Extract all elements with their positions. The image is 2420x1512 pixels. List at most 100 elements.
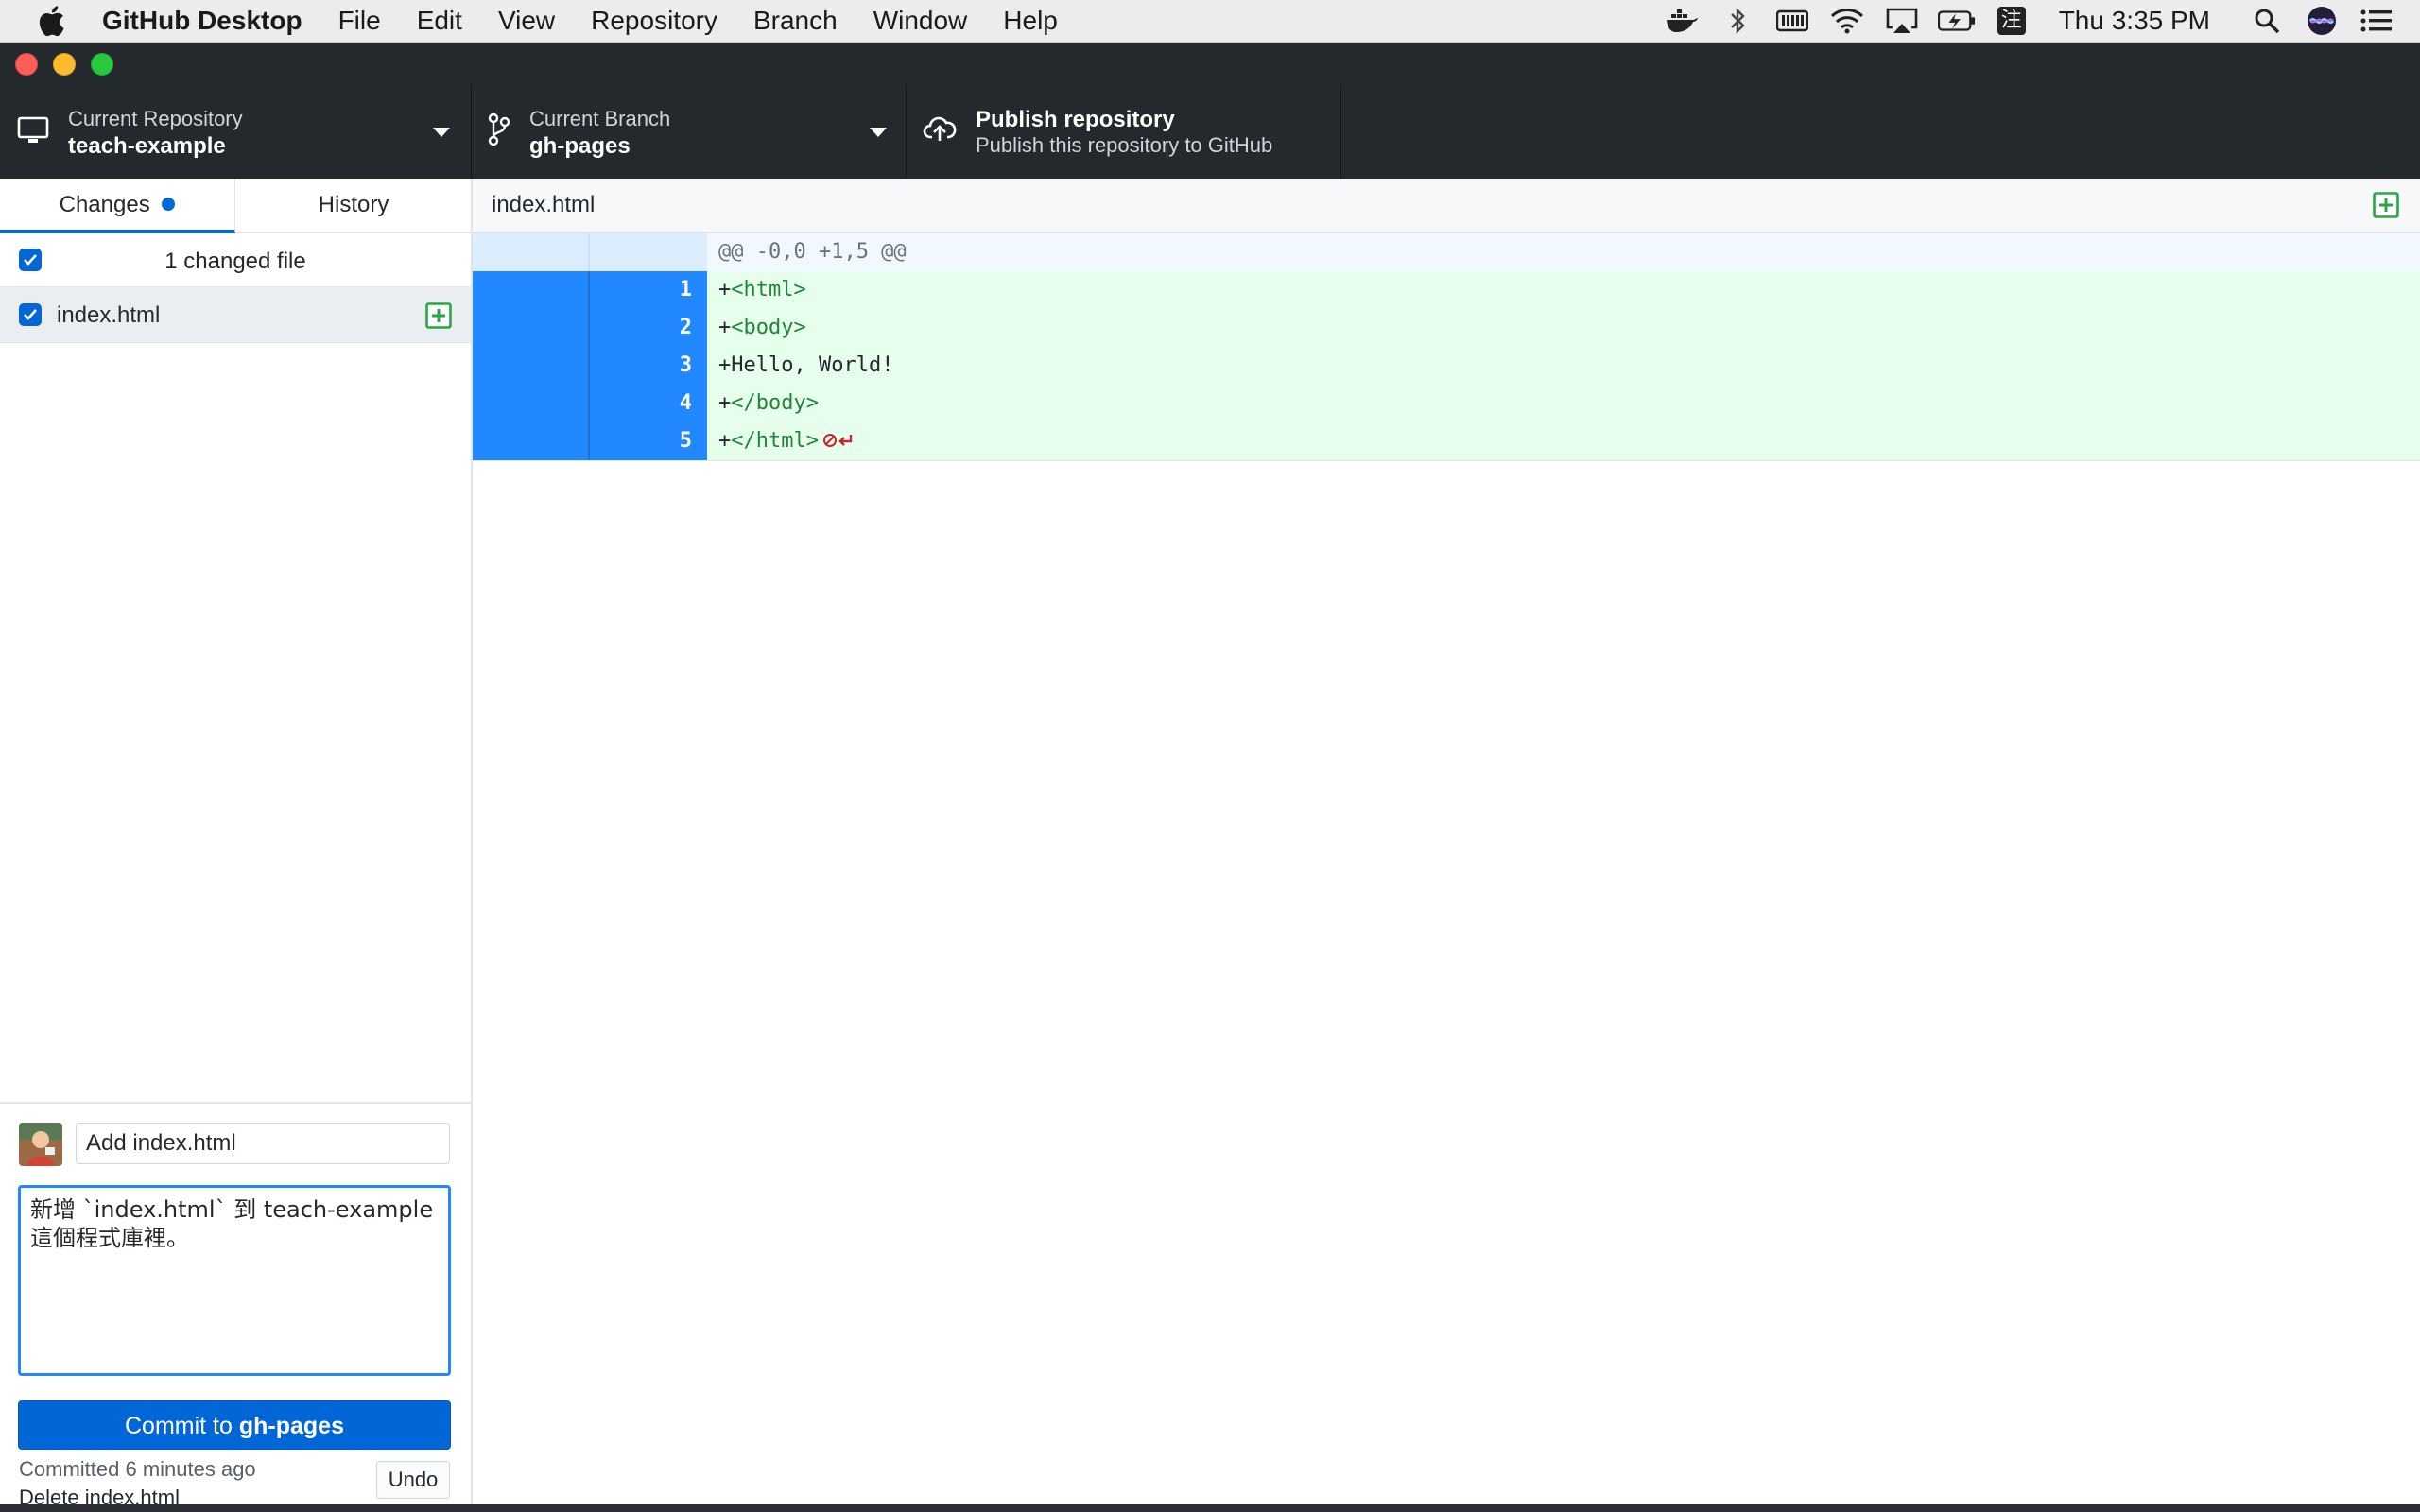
battery-icon[interactable] bbox=[1937, 2, 1976, 40]
current-branch-name: gh-pages bbox=[529, 133, 631, 159]
diff-line-number: 3 bbox=[679, 353, 692, 377]
menu-file[interactable]: File bbox=[338, 6, 381, 36]
input-method-label: 注 bbox=[1996, 7, 2026, 35]
cloud-upload-icon bbox=[923, 114, 957, 147]
bluetooth-icon[interactable] bbox=[1719, 2, 1756, 40]
monitor-icon bbox=[17, 116, 49, 149]
menu-branch[interactable]: Branch bbox=[753, 6, 838, 36]
commit-description-input[interactable]: 新增 `index.html` 到 teach-example 這個程式庫裡。 bbox=[18, 1185, 451, 1376]
close-window-button[interactable] bbox=[15, 53, 38, 76]
diff-line-number: 1 bbox=[679, 278, 692, 301]
last-commit-time: Committed 6 minutes ago bbox=[19, 1457, 256, 1481]
diff-line-text: <body> bbox=[731, 316, 806, 339]
menu-view[interactable]: View bbox=[498, 6, 555, 36]
diff-line[interactable]: 1 +<html> bbox=[473, 271, 2420, 309]
commit-form: 新增 `index.html` 到 teach-example 這個程式庫裡。 … bbox=[0, 1102, 471, 1509]
diff-gutter-new: 4 bbox=[588, 385, 707, 422]
menu-repository[interactable]: Repository bbox=[591, 6, 717, 36]
diff-line-content: +</body> bbox=[718, 385, 819, 422]
commit-button[interactable]: Commit to gh-pages bbox=[18, 1400, 451, 1450]
toolbar: Current Repository teach-example Current… bbox=[0, 84, 2420, 179]
diff-line-text: </body> bbox=[731, 391, 819, 415]
apple-menu-icon[interactable] bbox=[34, 4, 68, 38]
diff-line[interactable]: 5 +</html> bbox=[473, 422, 2420, 461]
diff-line-prefix: + bbox=[718, 391, 732, 415]
current-repository-dropdown[interactable]: Current Repository teach-example bbox=[0, 84, 472, 179]
changed-file-name: index.html bbox=[57, 302, 161, 328]
current-branch-label: Current Branch bbox=[529, 107, 671, 130]
minimize-window-button[interactable] bbox=[53, 53, 76, 76]
airplay-icon[interactable] bbox=[1883, 2, 1921, 40]
diff-line-content: +<html> bbox=[718, 271, 806, 309]
current-repository-label: Current Repository bbox=[68, 107, 243, 130]
diff-file-name: index.html bbox=[492, 192, 596, 217]
menu-help[interactable]: Help bbox=[1003, 6, 1058, 36]
diff-line-prefix: + bbox=[718, 353, 732, 377]
docker-icon[interactable] bbox=[1664, 2, 1702, 40]
menu-window[interactable]: Window bbox=[873, 6, 968, 36]
tab-history[interactable]: History bbox=[236, 179, 471, 232]
changed-file-row[interactable]: index.html bbox=[0, 287, 471, 343]
diff-gutter-new: 2 bbox=[588, 309, 707, 347]
macos-menu-bar: GitHub Desktop File Edit View Repository… bbox=[0, 0, 2420, 43]
diff-hunk-header-row: @@ -0,0 +1,5 @@ bbox=[473, 233, 2420, 271]
diff-gutter-old bbox=[473, 347, 588, 385]
memory-icon[interactable] bbox=[1773, 2, 1811, 40]
changes-indicator-dot bbox=[162, 198, 176, 211]
app-window: Current Repository teach-example Current… bbox=[0, 43, 2420, 1509]
diff-gutter-old bbox=[473, 385, 588, 422]
changes-sidebar: Changes History 1 changed file index.htm… bbox=[0, 179, 473, 1509]
app-name-menu[interactable]: GitHub Desktop bbox=[102, 6, 302, 36]
diff-line-prefix: + bbox=[718, 278, 732, 301]
avatar bbox=[19, 1123, 62, 1166]
no-newline-icon bbox=[822, 434, 853, 447]
diff-gutter-new: 5 bbox=[588, 422, 707, 460]
undo-button[interactable]: Undo bbox=[376, 1461, 450, 1499]
input-method-icon[interactable]: 注 bbox=[1993, 2, 2031, 40]
file-added-icon bbox=[425, 302, 452, 334]
current-branch-dropdown[interactable]: Current Branch gh-pages bbox=[473, 84, 907, 179]
changed-files-count: 1 changed file bbox=[164, 249, 306, 274]
diff-line-prefix: + bbox=[718, 429, 732, 453]
diff-line-number: 5 bbox=[679, 429, 692, 453]
diff-gutter-old bbox=[473, 309, 588, 347]
wifi-icon[interactable] bbox=[1828, 2, 1866, 40]
diff-line-number: 4 bbox=[679, 391, 692, 415]
diff-line-text: </html> bbox=[731, 429, 819, 453]
diff-line-number: 2 bbox=[679, 316, 692, 339]
siri-icon[interactable] bbox=[2303, 2, 2341, 40]
diff-line-content: +<body> bbox=[718, 309, 806, 347]
sidebar-tabs: Changes History bbox=[0, 179, 471, 233]
branch-caret-down-icon bbox=[870, 128, 887, 137]
publish-repository-button[interactable]: Publish repository Publish this reposito… bbox=[908, 84, 1341, 179]
diff-gutter-old bbox=[473, 271, 588, 309]
tab-changes-label: Changes bbox=[59, 192, 150, 217]
diff-gutter-old bbox=[473, 422, 588, 460]
hunk-gutter-old bbox=[473, 233, 588, 271]
diff-line-content: +</html> bbox=[718, 422, 855, 460]
repository-caret-down-icon bbox=[433, 128, 450, 137]
hunk-gutter-new bbox=[588, 233, 707, 271]
publish-repository-title: Publish repository bbox=[976, 107, 1175, 132]
diff-line-prefix: + bbox=[718, 316, 732, 339]
diff-line[interactable]: 4 +</body> bbox=[473, 385, 2420, 422]
diff-line-text: <html> bbox=[731, 278, 806, 301]
menu-edit[interactable]: Edit bbox=[417, 6, 462, 36]
notification-center-icon[interactable] bbox=[2358, 2, 2395, 40]
diff-gutter-new: 1 bbox=[588, 271, 707, 309]
diff-panel: index.html @@ -0,0 +1,5 @@ 1 +<html> 2 +… bbox=[473, 179, 2420, 1504]
window-title-bar bbox=[0, 43, 2420, 84]
spotlight-search-icon[interactable] bbox=[2248, 2, 2286, 40]
file-checkbox[interactable] bbox=[19, 303, 42, 326]
last-commit-undo-area: Committed 6 minutes ago Delete index.htm… bbox=[0, 1457, 471, 1509]
tab-changes[interactable]: Changes bbox=[0, 179, 235, 233]
publish-repository-subtitle: Publish this repository to GitHub bbox=[976, 133, 1273, 157]
menu-clock[interactable]: Thu 3:35 PM bbox=[2059, 6, 2210, 36]
diff-line[interactable]: 3 +Hello, World! bbox=[473, 347, 2420, 385]
desktop-background-strip bbox=[0, 1504, 2420, 1512]
zoom-window-button[interactable] bbox=[91, 53, 113, 76]
commit-button-prefix: Commit to bbox=[125, 1413, 239, 1439]
current-repository-name: teach-example bbox=[68, 133, 226, 159]
commit-summary-input[interactable] bbox=[76, 1123, 450, 1164]
diff-line[interactable]: 2 +<body> bbox=[473, 309, 2420, 347]
